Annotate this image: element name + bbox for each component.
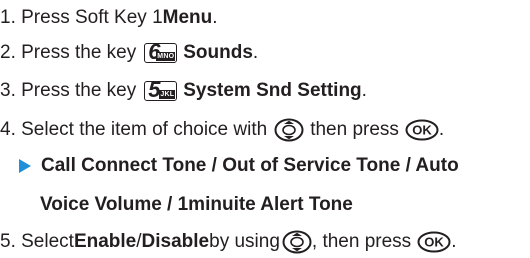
- step-3-system-snd-label: System Snd Setting: [183, 80, 362, 101]
- ok-key-label: OK: [412, 123, 432, 138]
- step-5-disable-label: Disable: [141, 231, 210, 252]
- step-1-text: 1. Press Soft Key 1: [0, 7, 163, 28]
- step-4: 4. Select the item of choice with then p…: [0, 118, 444, 142]
- key-6-mno-icon: 6 MNO: [144, 41, 178, 63]
- ok-key-icon: OK: [417, 231, 451, 253]
- nav-key-icon: [274, 118, 304, 142]
- step-4-period: .: [438, 119, 445, 140]
- step-3-period: .: [361, 80, 367, 101]
- step-5-by-using: by using: [209, 231, 280, 252]
- step-4-then-press: then press: [310, 119, 399, 140]
- step-2-period: .: [252, 42, 259, 63]
- key-5-jkl-icon: 5 JKL: [144, 79, 178, 101]
- key-5-letters: JKL: [159, 90, 176, 99]
- step-4-text: 4. Select the item of choice with: [0, 119, 268, 140]
- step-5-period: .: [451, 231, 457, 252]
- nav-key-icon: [282, 230, 312, 254]
- step-2-sounds-label: Sounds: [183, 42, 253, 63]
- ok-key-label: OK: [424, 235, 444, 250]
- options-line-2: Voice Volume / 1minuite Alert Tone: [40, 193, 353, 217]
- step-3: 3. Press the key 5 JKL System Snd Settin…: [0, 79, 367, 103]
- key-6-letters: MNO: [156, 52, 176, 61]
- step-1-period: .: [212, 7, 218, 28]
- options-line-1: Call Connect Tone / Out of Service Tone …: [19, 154, 459, 178]
- step-2: 2. Press the key 6 MNO Sounds .: [0, 41, 258, 65]
- step-3-text: 3. Press the key: [0, 80, 137, 101]
- step-5-text: 5. Select: [0, 231, 74, 252]
- step-1-menu-label: Menu: [162, 7, 213, 28]
- options-text-line-2: Voice Volume / 1minuite Alert Tone: [40, 194, 353, 215]
- step-1: 1. Press Soft Key 1 Menu .: [0, 6, 218, 30]
- step-5: 5. Select Enable / Disable by using , th…: [0, 230, 456, 254]
- step-5-enable-label: Enable: [73, 231, 137, 252]
- step-2-text: 2. Press the key: [0, 42, 137, 63]
- step-5-then-press: , then press: [311, 231, 412, 252]
- bullet-arrow-icon: [19, 159, 31, 173]
- options-text-line-1: Call Connect Tone / Out of Service Tone …: [41, 155, 459, 176]
- ok-key-icon: OK: [405, 119, 439, 141]
